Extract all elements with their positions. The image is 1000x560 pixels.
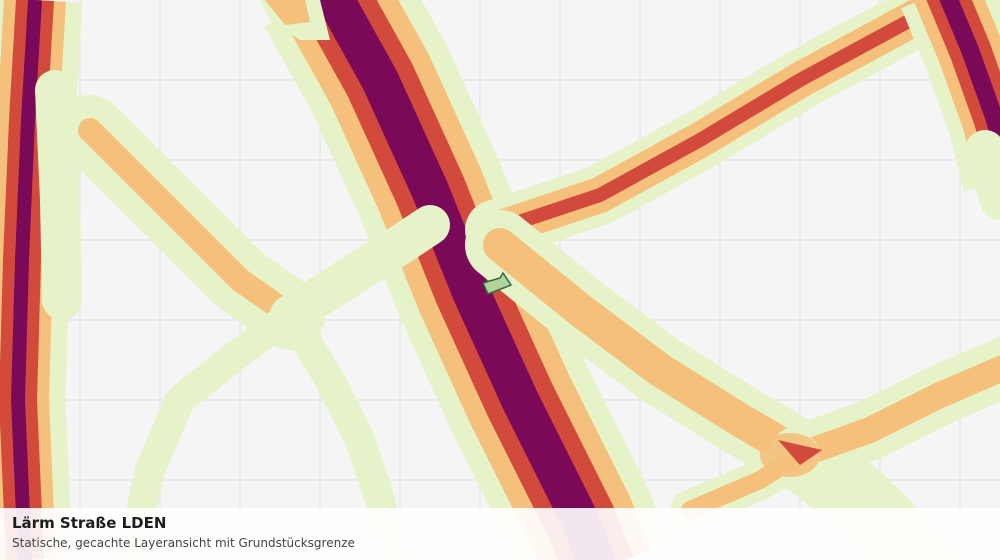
layer-subtitle: Statische, gecachte Layeransicht mit Gru…	[12, 536, 355, 550]
layer-caption: Lärm Straße LDEN Statische, gecachte Lay…	[0, 508, 1000, 560]
layer-title: Lärm Straße LDEN	[12, 514, 167, 532]
noise-map[interactable]	[0, 0, 1000, 560]
noise-road-left	[0, 0, 83, 560]
